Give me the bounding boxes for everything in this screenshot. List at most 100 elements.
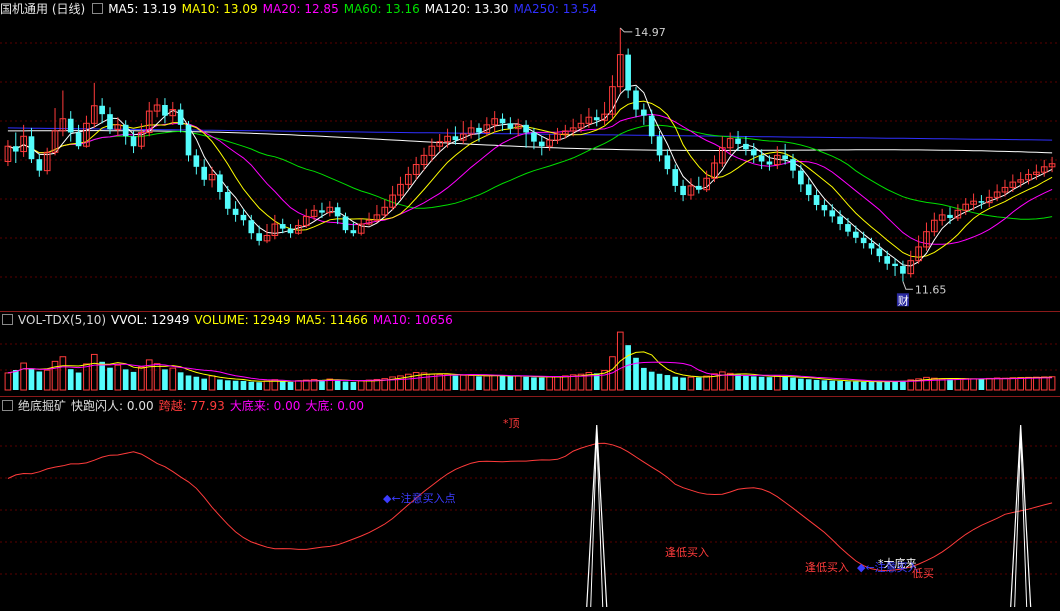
candle — [122, 124, 129, 137]
candle — [766, 161, 773, 165]
candle — [193, 155, 200, 167]
candle — [641, 109, 647, 116]
volume-bar — [758, 376, 765, 390]
volume-bar — [805, 379, 812, 390]
buy-low-label: 低买 — [912, 567, 934, 580]
kuaipao-spike — [586, 424, 608, 608]
candle — [680, 185, 686, 196]
volume-bar — [177, 372, 184, 390]
volume-bar — [978, 379, 985, 390]
candle — [185, 124, 192, 156]
volume-bar — [4, 372, 12, 391]
volume-bar — [1001, 377, 1009, 391]
volume-bar — [201, 378, 208, 390]
dadi-value: 大底: 0.00 — [305, 399, 364, 413]
volume-bar — [459, 374, 467, 391]
volume-bar — [483, 375, 491, 391]
ma5-value: MA5: 13.19 — [108, 2, 177, 16]
vol-indicator-name: VOL-TDX(5,10) — [18, 313, 107, 327]
buy-low-label: 逢低买入 — [805, 561, 849, 574]
candle — [813, 195, 820, 205]
volume-bar — [1009, 377, 1017, 391]
volume-bar — [114, 364, 122, 391]
volume-bar — [36, 371, 43, 390]
top-signal-label: *顶 — [503, 417, 520, 430]
candle — [256, 233, 262, 241]
volume-bar — [962, 378, 970, 391]
volume-bar — [467, 374, 475, 391]
buy-point-label: ◆←注意买入 — [857, 560, 919, 574]
candle — [531, 132, 537, 142]
kuaipao-spike-inner — [1014, 432, 1028, 608]
ma60-line — [7, 124, 1053, 220]
volume-bar — [546, 376, 553, 391]
volume-bar — [499, 375, 506, 390]
candle — [664, 155, 671, 170]
candle — [750, 149, 757, 156]
candle — [805, 184, 812, 196]
volume-bar — [90, 353, 98, 391]
candle — [319, 210, 325, 213]
volume-bar — [993, 377, 1001, 391]
volume-bar — [947, 379, 953, 390]
candle — [287, 228, 294, 234]
volume-bar — [538, 377, 545, 390]
candle — [656, 136, 663, 156]
collapse-box-icon[interactable] — [2, 400, 13, 411]
candle — [852, 231, 859, 238]
volume-bar — [782, 376, 788, 390]
volume-bar — [342, 381, 349, 390]
volume-bar — [28, 368, 35, 390]
dadilai-value: 大底来: 0.00 — [229, 399, 301, 413]
volume-bar — [99, 361, 105, 390]
volume-header: VOL-TDX(5,10) VVOL: 12949 VOLUME: 12949 MA5… — [0, 312, 458, 328]
candle — [217, 174, 223, 192]
ma10-value: MA10: 13.09 — [181, 2, 258, 16]
volume-bar — [334, 380, 341, 390]
volume-bar — [232, 380, 239, 390]
volume-bar — [107, 367, 113, 390]
volume-bar — [452, 375, 459, 390]
volume-bar — [852, 381, 859, 390]
volume-bar — [302, 379, 310, 391]
candle — [201, 166, 208, 180]
volume-bar — [531, 377, 537, 390]
ma20-value: MA20: 12.85 — [262, 2, 339, 16]
candle — [860, 237, 867, 244]
volume-bar — [122, 369, 129, 390]
collapse-box-icon[interactable] — [2, 314, 13, 325]
finance-event-label: 财 — [898, 293, 909, 307]
candle — [67, 118, 74, 133]
volume-bar — [256, 382, 262, 390]
volume-bar — [365, 379, 373, 391]
candle — [845, 224, 851, 232]
candle — [633, 90, 639, 110]
volume-bar — [248, 381, 255, 390]
panel-separator — [0, 396, 1060, 397]
volume-bar — [687, 376, 695, 391]
volume-bar — [954, 378, 962, 391]
volume-bar — [20, 362, 27, 391]
candle — [75, 132, 82, 147]
candle — [240, 214, 247, 221]
volume-bar — [319, 379, 325, 390]
volume-bar — [162, 369, 168, 390]
volume-bar — [507, 376, 514, 390]
volume-bar — [695, 377, 702, 390]
collapse-box-icon[interactable] — [92, 3, 104, 14]
candle — [892, 263, 898, 267]
stock-chart[interactable]: 14.9711.65财*顶◆←注意买入点逢低买入逢低买入 *大底来◆←注意买入低买 — [0, 0, 1060, 611]
candle — [507, 123, 514, 129]
candle — [36, 159, 43, 171]
volume-bar — [169, 367, 177, 391]
candle — [798, 170, 804, 185]
main-chart-header: 国机通用 (日线) MA5: 13.19 MA10: 13.09 MA20: 12.8… — [0, 1, 602, 17]
candle — [279, 224, 286, 229]
candle — [232, 208, 239, 215]
vol-ma10-value: MA10: 10656 — [372, 313, 453, 327]
volume-bar — [625, 345, 631, 390]
volume-bar — [641, 367, 647, 390]
candle — [28, 136, 35, 160]
kuayue-line — [7, 442, 1053, 572]
kuaipao-spike-inner — [590, 432, 604, 608]
